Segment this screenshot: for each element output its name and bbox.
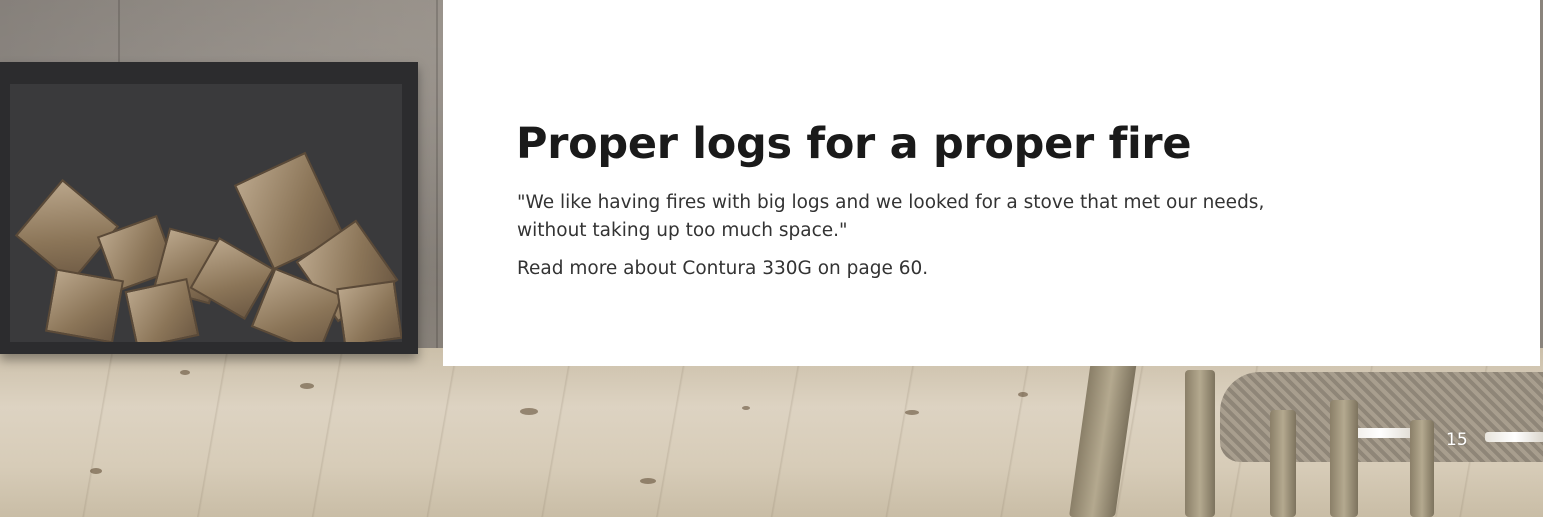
chair-leg xyxy=(1185,370,1215,517)
read-more-text: Read more about Contura 330G on page 60. xyxy=(517,258,929,279)
page-number: 15 xyxy=(1446,430,1468,450)
firewood-log xyxy=(44,268,125,342)
firewood-log xyxy=(336,280,402,342)
wood-knot xyxy=(742,406,750,410)
text-panel: Proper logs for a proper fire "We like h… xyxy=(443,0,1540,366)
log-holder xyxy=(0,62,418,354)
chair-leg xyxy=(1330,400,1358,517)
seat-band xyxy=(1485,432,1543,442)
customer-quote: "We like having fires with big logs and … xyxy=(517,192,1265,241)
chair-leg xyxy=(1068,360,1138,517)
chair-seat xyxy=(1220,372,1543,462)
wood-knot xyxy=(1018,392,1028,397)
wood-knot xyxy=(905,410,919,415)
wall-seam xyxy=(436,0,438,370)
wooden-chair xyxy=(1068,360,1543,517)
chair-leg xyxy=(1270,410,1296,517)
wood-knot xyxy=(300,383,314,389)
firewood-log xyxy=(124,277,200,342)
chair-leg xyxy=(1410,420,1434,517)
log-holder-interior xyxy=(10,84,402,342)
wood-knot xyxy=(520,408,538,415)
wood-knot xyxy=(180,370,190,375)
article-headline: Proper logs for a proper fire xyxy=(516,119,1192,169)
firewood-log xyxy=(14,178,120,284)
wood-knot xyxy=(640,478,656,484)
wood-knot xyxy=(90,468,102,474)
